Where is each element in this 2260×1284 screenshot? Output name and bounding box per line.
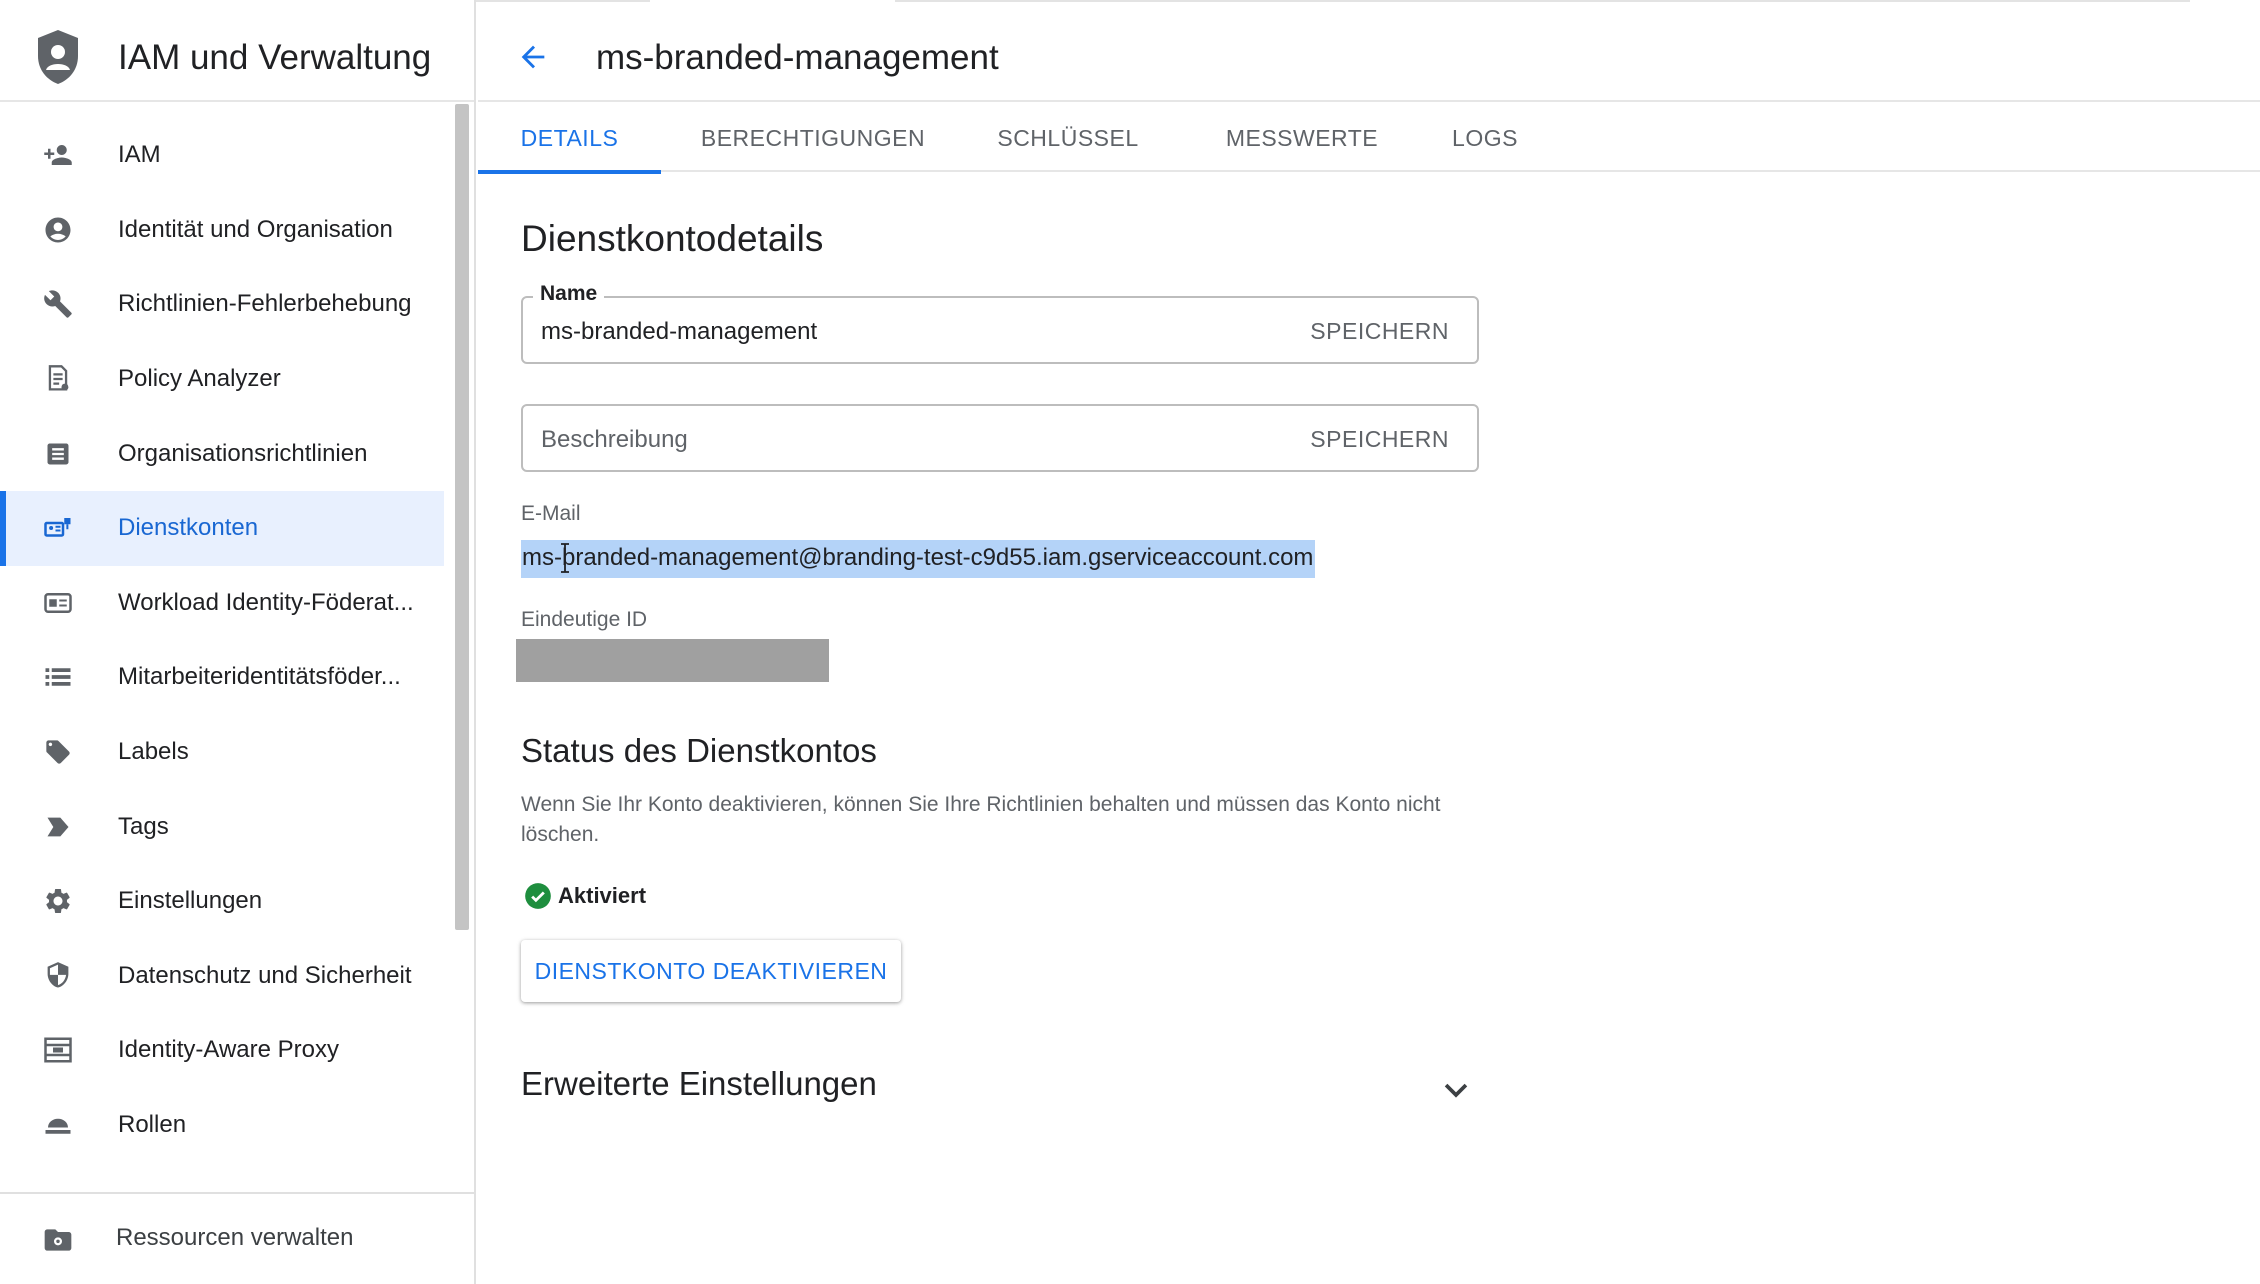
- sidebar-item-label: Datenschutz und Sicherheit: [118, 961, 412, 989]
- sidebar: IAM und Verwaltung IAM Identität und Org…: [0, 0, 476, 1284]
- sidebar-item-label: IAM: [118, 141, 161, 169]
- tab-keys[interactable]: SCHLÜSSEL: [993, 104, 1143, 172]
- sidebar-item-label: Tags: [118, 812, 169, 840]
- chevron-down-icon: [1444, 1083, 1468, 1098]
- back-arrow-icon[interactable]: [514, 40, 552, 74]
- status-text: Aktiviert: [558, 883, 647, 908]
- sidebar-item-label: Mitarbeiteridentitätsföder...: [118, 663, 401, 691]
- page-title: ms-branded-management: [596, 38, 999, 77]
- sidebar-item-privacy-security[interactable]: Datenschutz und Sicherheit: [0, 939, 446, 1014]
- manage-resources-label: Ressourcen verwalten: [116, 1224, 354, 1251]
- status-heading: Status des Dienstkontos: [521, 732, 877, 769]
- sidebar-item-service-accounts[interactable]: Dienstkonten: [0, 490, 444, 566]
- name-field-value[interactable]: ms-branded-management: [541, 318, 817, 346]
- shield-icon: [42, 960, 74, 992]
- sidebar-item-label: Identität und Organisation: [118, 215, 393, 243]
- sidebar-item-iam[interactable]: IAM: [0, 118, 446, 193]
- sidebar-item-workforce-identity[interactable]: Mitarbeiteridentitätsföder...: [0, 640, 446, 715]
- sidebar-header: IAM und Verwaltung: [0, 12, 474, 102]
- text-cursor-icon: [561, 543, 569, 573]
- sidebar-item-label: Policy Analyzer: [118, 365, 281, 393]
- name-field-label: Name: [533, 282, 605, 306]
- save-name-button[interactable]: SPEICHERN: [1310, 318, 1449, 345]
- sidebar-item-label: Rollen: [118, 1111, 187, 1139]
- sidebar-item-roles[interactable]: Rollen: [0, 1088, 446, 1163]
- advanced-settings-toggle[interactable]: Erweiterte Einstellungen: [521, 1065, 1481, 1115]
- policy-document-icon: [42, 363, 74, 395]
- status-badge: Aktiviert: [524, 882, 646, 910]
- roles-icon: [42, 1109, 74, 1141]
- gear-icon: [42, 885, 74, 917]
- folder-settings-icon: [44, 1229, 72, 1251]
- page-header: ms-branded-management: [478, 12, 2260, 102]
- sidebar-item-workload-identity[interactable]: Workload Identity-Föderat...: [0, 566, 446, 641]
- sidebar-item-label: Organisationsrichtlinien: [118, 439, 368, 467]
- description-placeholder[interactable]: Beschreibung: [541, 426, 688, 454]
- tab-logs[interactable]: LOGS: [1450, 104, 1520, 172]
- list-document-icon: [42, 438, 74, 470]
- sidebar-item-identity-org[interactable]: Identität und Organisation: [0, 193, 446, 268]
- status-description: Wenn Sie Ihr Konto deaktivieren, können …: [521, 793, 1441, 846]
- id-card-icon: [42, 587, 74, 619]
- check-circle-icon: [525, 883, 551, 909]
- save-description-button[interactable]: SPEICHERN: [1310, 426, 1449, 453]
- sidebar-item-tags[interactable]: Tags: [0, 789, 446, 864]
- sidebar-item-policy-troubleshooter[interactable]: Richtlinien-Fehlerbehebung: [0, 267, 446, 342]
- unique-id-label: Eindeutige ID: [521, 608, 648, 631]
- sidebar-item-label: Einstellungen: [118, 887, 263, 915]
- tab-permissions[interactable]: BERECHTIGUNGEN: [696, 104, 930, 172]
- advanced-settings-heading: Erweiterte Einstellungen: [521, 1065, 877, 1102]
- description-field[interactable]: Beschreibung SPEICHERN: [521, 404, 1479, 472]
- disable-service-account-button[interactable]: DIENSTKONTO DEAKTIVIEREN: [521, 940, 901, 1002]
- top-edge-segment: [895, 0, 2190, 2]
- sidebar-item-identity-aware-proxy[interactable]: Identity-Aware Proxy: [0, 1013, 446, 1088]
- sidebar-item-label: Workload Identity-Föderat...: [118, 588, 414, 616]
- tab-metrics[interactable]: MESSWERTE: [1221, 104, 1383, 172]
- wrench-icon: [42, 288, 74, 320]
- sidebar-item-label: Identity-Aware Proxy: [118, 1036, 339, 1064]
- list-icon: [42, 661, 74, 693]
- sidebar-item-settings[interactable]: Einstellungen: [0, 864, 446, 939]
- person-add-icon: [42, 139, 74, 171]
- tab-bar: DETAILS BERECHTIGUNGEN SCHLÜSSEL MESSWER…: [478, 104, 2260, 174]
- account-circle-icon: [42, 214, 74, 246]
- email-value[interactable]: ms-branded-management@branding-test-c9d5…: [521, 540, 1316, 578]
- label-tag-icon: [42, 736, 74, 768]
- sidebar-item-label: Labels: [118, 738, 189, 766]
- tag-arrow-icon: [42, 811, 74, 843]
- unique-id-redacted: [516, 639, 829, 682]
- email-label: E-Mail: [521, 502, 581, 525]
- sidebar-item-label: Richtlinien-Fehlerbehebung: [118, 290, 412, 318]
- details-heading: Dienstkontodetails: [521, 218, 824, 259]
- tab-details[interactable]: DETAILS: [478, 104, 661, 174]
- service-account-icon: [42, 512, 74, 544]
- sidebar-item-label: Dienstkonten: [118, 514, 259, 542]
- name-field[interactable]: Name ms-branded-management SPEICHERN: [521, 282, 1479, 364]
- sidebar-item-labels[interactable]: Labels: [0, 715, 446, 790]
- sidebar-item-org-policies[interactable]: Organisationsrichtlinien: [0, 416, 446, 491]
- sidebar-scrollbar[interactable]: [455, 104, 469, 930]
- manage-resources-link[interactable]: Ressourcen verwalten: [0, 1192, 474, 1284]
- iam-shield-logo-icon: [38, 30, 78, 84]
- proxy-icon: [42, 1034, 74, 1066]
- sidebar-nav: IAM Identität und Organisation Richtlini…: [0, 118, 446, 1162]
- app-title: IAM und Verwaltung: [118, 38, 432, 77]
- sidebar-item-policy-analyzer[interactable]: Policy Analyzer: [0, 342, 446, 417]
